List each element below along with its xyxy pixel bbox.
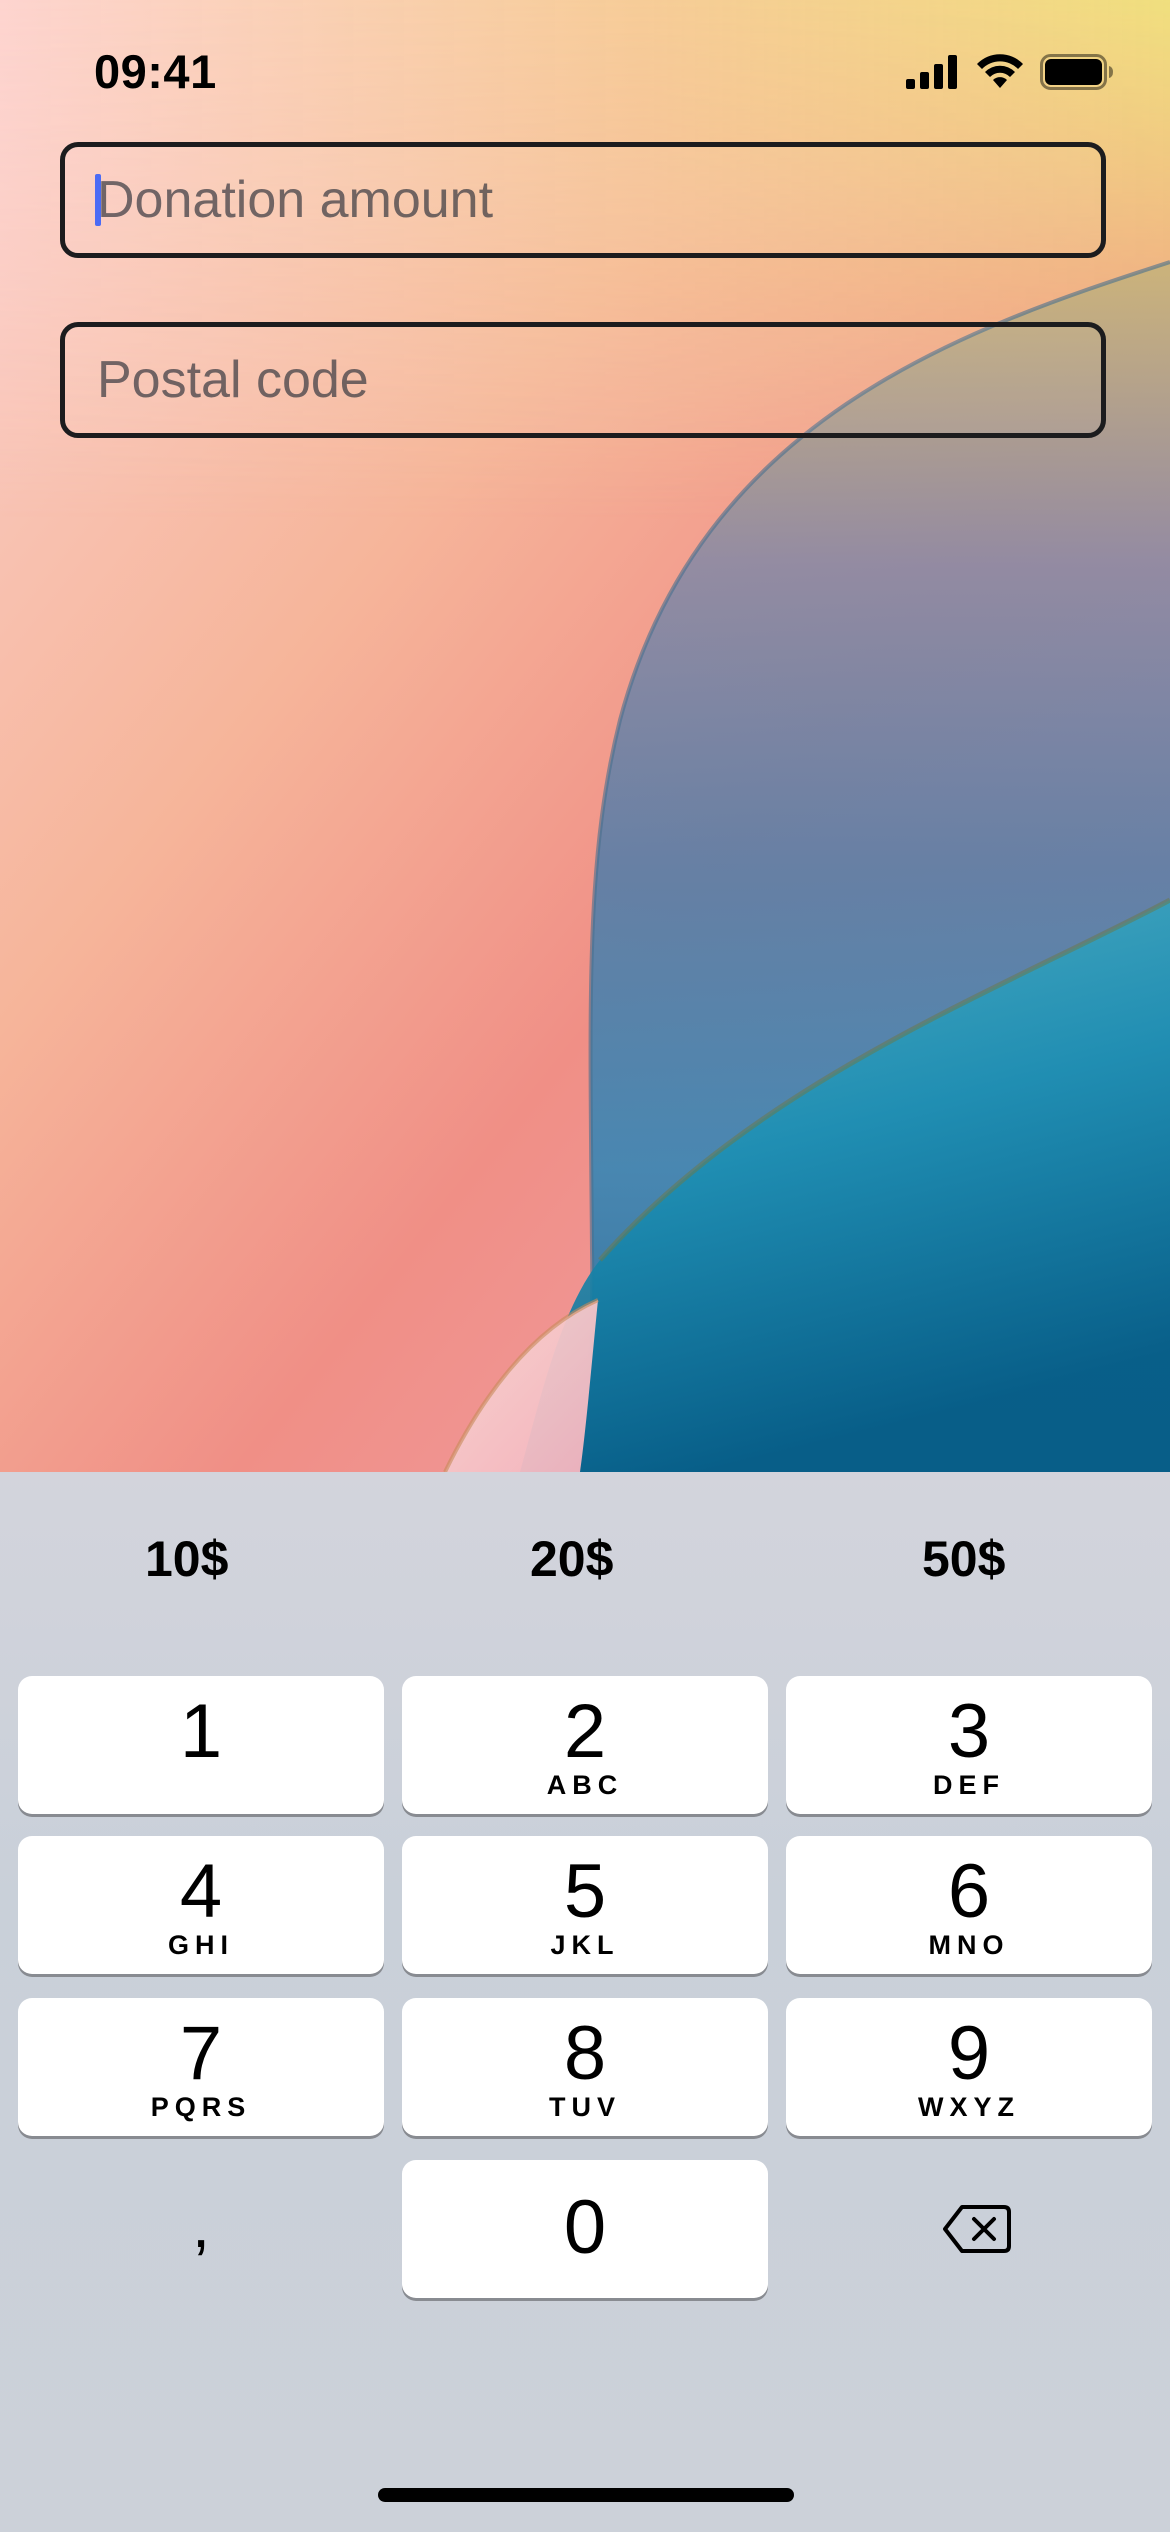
numeric-keyboard: 10$ 20$ 50$ 1 2 ABC 3 DEF 4 GHI 5 JKL 6 …	[0, 1472, 1170, 2532]
key-8-letters: TUV	[549, 2092, 621, 2122]
key-6-letters: MNO	[928, 1930, 1010, 1960]
key-0[interactable]: 0	[402, 2160, 768, 2298]
donation-amount-field[interactable]: Donation amount	[60, 142, 1106, 258]
key-7-digit: 7	[179, 2011, 223, 2096]
key-decimal-label: ,	[192, 2189, 210, 2261]
key-9-letters: WXYZ	[918, 2092, 1020, 2122]
postal-code-field[interactable]: Postal code	[60, 322, 1106, 438]
donation-amount-placeholder: Donation amount	[95, 170, 494, 230]
wifi-icon	[976, 53, 1024, 95]
key-5-letters: JKL	[550, 1930, 620, 1960]
key-6[interactable]: 6 MNO	[786, 1836, 1152, 1974]
text-caret	[95, 174, 101, 226]
suggestion-bar: 10$ 20$ 50$	[0, 1472, 1170, 1662]
key-3-digit: 3	[947, 1689, 991, 1774]
donation-amount-placeholder-text: Donation amount	[97, 171, 494, 229]
delete-backspace-icon	[942, 2204, 1012, 2259]
status-icons	[906, 52, 1114, 96]
key-8[interactable]: 8 TUV	[402, 1998, 768, 2136]
postal-code-placeholder: Postal code	[97, 351, 369, 409]
key-9-digit: 9	[947, 2011, 991, 2096]
suggestion-10[interactable]: 10$	[145, 1530, 228, 1588]
key-2-letters: ABC	[546, 1770, 624, 1800]
key-4[interactable]: 4 GHI	[18, 1836, 384, 1974]
suggestion-20[interactable]: 20$	[530, 1530, 613, 1588]
key-1-digit: 1	[179, 1689, 223, 1774]
home-indicator	[378, 2488, 794, 2502]
suggestion-50[interactable]: 50$	[922, 1530, 1005, 1588]
battery-icon	[1040, 53, 1114, 95]
key-7-letters: PQRS	[150, 2092, 252, 2122]
key-2-digit: 2	[563, 1689, 607, 1774]
key-8-digit: 8	[563, 2011, 607, 2096]
key-2[interactable]: 2 ABC	[402, 1676, 768, 1814]
key-6-digit: 6	[947, 1849, 991, 1934]
cellular-signal-icon	[906, 54, 960, 94]
key-4-digit: 4	[179, 1849, 223, 1934]
delete-key[interactable]	[786, 2160, 1152, 2298]
key-4-letters: GHI	[167, 1930, 234, 1960]
key-5-digit: 5	[563, 1849, 607, 1934]
key-decimal-separator[interactable]: ,	[18, 2160, 384, 2298]
key-5[interactable]: 5 JKL	[402, 1836, 768, 1974]
key-7[interactable]: 7 PQRS	[18, 1998, 384, 2136]
key-0-digit: 0	[563, 2185, 607, 2270]
status-bar: 09:41	[0, 0, 1170, 140]
key-3-letters: DEF	[933, 1770, 1005, 1800]
key-3[interactable]: 3 DEF	[786, 1676, 1152, 1814]
key-1[interactable]: 1	[18, 1676, 384, 1814]
key-9[interactable]: 9 WXYZ	[786, 1998, 1152, 2136]
status-time: 09:41	[94, 45, 217, 98]
